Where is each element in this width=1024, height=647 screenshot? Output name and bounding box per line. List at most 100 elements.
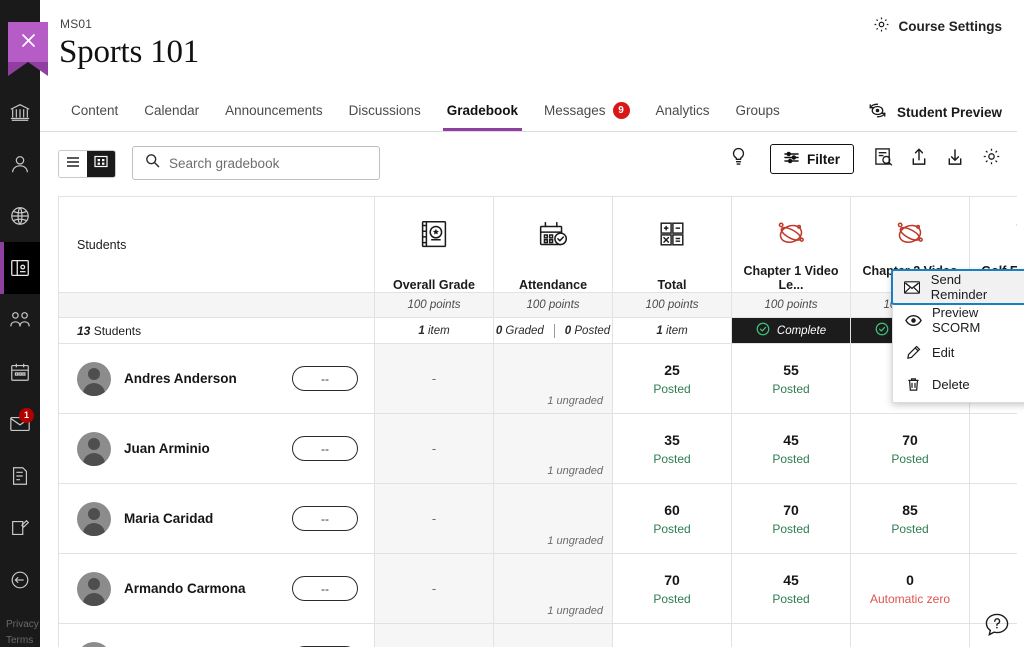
column-header-total[interactable]: Total [613, 197, 732, 293]
grade-status: Posted [653, 522, 690, 536]
rail-footer-links: Privacy Terms [6, 617, 46, 647]
tab-announcements[interactable]: Announcements [212, 90, 336, 131]
tab-discussions[interactable]: Discussions [336, 90, 434, 131]
grade-cell-chapter1[interactable]: 25 Posted [613, 344, 732, 414]
filter-button[interactable]: Filter [770, 144, 854, 174]
gradebook-grid[interactable]: Students Overall Grade [58, 196, 1024, 647]
close-x-icon [20, 32, 37, 53]
table-row[interactable]: Daniel Castro -- 80 60 [59, 624, 1024, 647]
tab-gradebook[interactable]: Gradebook [434, 90, 531, 131]
grade-cell-golf-explained[interactable]: 70 Posted [851, 414, 970, 484]
menu-item-preview-scorm[interactable]: Preview SCORM [893, 304, 1024, 336]
menu-item-delete[interactable]: Delete [893, 368, 1024, 400]
tab-gradebook-label: Gradebook [447, 103, 518, 118]
tab-analytics[interactable]: Analytics [643, 90, 723, 131]
rail-item-messages[interactable]: 1 [0, 398, 40, 450]
list-view-button[interactable] [59, 151, 87, 177]
grade-cell-chapter2[interactable]: 45 Posted [732, 414, 851, 484]
rail-item-calendar[interactable] [0, 346, 40, 398]
course-settings-button[interactable]: Course Settings [873, 16, 1002, 36]
grade-cell-golf-next[interactable]: / [970, 484, 1024, 554]
overall-grade-pill[interactable]: -- [292, 506, 358, 531]
table-row[interactable]: Andres Anderson -- - 1 ungraded 25 Poste… [59, 344, 1024, 414]
student-cell[interactable]: Andres Anderson -- [59, 344, 375, 414]
attendance-cell[interactable]: - [375, 554, 494, 624]
overall-grade-pill[interactable]: -- [292, 576, 358, 601]
table-row[interactable]: Maria Caridad -- - 1 ungraded 60 Posted [59, 484, 1024, 554]
student-cell[interactable]: Maria Caridad -- [59, 484, 375, 554]
left-nav-rail: 1 [0, 0, 40, 647]
grade-status: Posted [653, 382, 690, 396]
rail-item-globe[interactable] [0, 190, 40, 242]
upload-button[interactable] [904, 144, 934, 174]
tab-content[interactable]: Content [58, 90, 131, 131]
summary-overall: 1 item [375, 318, 494, 344]
tab-calendar[interactable]: Calendar [131, 90, 212, 131]
ungraded-note: 1 ungraded [547, 395, 603, 407]
privacy-link[interactable]: Privacy [6, 617, 46, 633]
table-row[interactable]: Juan Arminio -- - 1 ungraded 35 Posted [59, 414, 1024, 484]
grade-cell-golf-explained[interactable]: 0 Automatic zero [851, 554, 970, 624]
rail-item-tools[interactable] [0, 502, 40, 554]
column-header-chapter1[interactable]: Chapter 1 Video Le... [732, 197, 851, 293]
grade-status: Posted [772, 382, 809, 396]
total-cell[interactable]: 1 ungraded [494, 484, 613, 554]
attendance-cell[interactable]: - [375, 344, 494, 414]
column-header-overall-grade[interactable]: Overall Grade [375, 197, 494, 293]
overall-grade-pill[interactable]: -- [292, 436, 358, 461]
student-preview-button[interactable]: Student Preview [867, 102, 1002, 122]
grid-view-icon [94, 155, 108, 173]
rail-item-institution[interactable] [0, 86, 40, 138]
total-cell[interactable]: 1 ungraded [494, 344, 613, 414]
grid-view-button[interactable] [87, 151, 115, 177]
student-cell[interactable]: Armando Carmona -- [59, 554, 375, 624]
attendance-cell[interactable]: - [375, 484, 494, 554]
total-cell[interactable]: 1 ungraded [494, 554, 613, 624]
grade-status: Posted [772, 522, 809, 536]
summary-divider [554, 324, 555, 338]
help-button[interactable] [983, 614, 1010, 641]
gradebook-overview-button[interactable] [868, 144, 898, 174]
attendance-cell[interactable] [375, 624, 494, 647]
grade-cell-golf-next[interactable]: / [970, 414, 1024, 484]
table-row[interactable]: Armando Carmona -- - 1 ungraded 70 Poste… [59, 554, 1024, 624]
column-header-students[interactable]: Students [59, 197, 375, 293]
grade-cell-chapter1[interactable]: 70 Posted [613, 554, 732, 624]
rail-item-courses[interactable] [0, 242, 40, 294]
grade-cell-golf-explained[interactable]: 0 [851, 624, 970, 647]
menu-item-edit[interactable]: Edit [893, 336, 1024, 368]
grade-cell-chapter2[interactable]: 45 Posted [732, 554, 851, 624]
student-cell[interactable]: Juan Arminio -- [59, 414, 375, 484]
total-cell[interactable]: 1 ungraded [494, 414, 613, 484]
gradebook-settings-button[interactable] [976, 144, 1006, 174]
close-course-button[interactable] [8, 22, 48, 64]
grade-cell-golf-explained[interactable]: 85 Posted [851, 484, 970, 554]
download-button[interactable] [940, 144, 970, 174]
menu-item-send-reminder[interactable]: Send Reminder [892, 270, 1024, 304]
search-gradebook-field[interactable]: Search gradebook [132, 146, 380, 180]
grade-cell-chapter2[interactable]: 60 [732, 624, 851, 647]
student-cell[interactable]: Daniel Castro -- [59, 624, 375, 647]
rail-item-signout[interactable] [0, 554, 40, 606]
overall-grade-pill[interactable]: -- [292, 366, 358, 391]
tips-button[interactable] [724, 144, 754, 174]
grade-cell-chapter1[interactable]: 35 Posted [613, 414, 732, 484]
grade-cell-chapter2[interactable]: 55 Posted [732, 344, 851, 414]
grade-cell-chapter1[interactable]: 80 [613, 624, 732, 647]
grade-cell-chapter2[interactable]: 70 Posted [732, 484, 851, 554]
grade-cell-chapter1[interactable]: 60 Posted [613, 484, 732, 554]
rail-item-groups[interactable] [0, 294, 40, 346]
total-cell[interactable] [494, 624, 613, 647]
summary-overall-label: item [428, 325, 450, 337]
rail-item-grades[interactable] [0, 450, 40, 502]
search-input[interactable]: Search gradebook [169, 156, 279, 171]
attendance-cell[interactable]: - [375, 414, 494, 484]
column-header-attendance[interactable]: Attendance [494, 197, 613, 293]
tab-groups[interactable]: Groups [723, 90, 793, 131]
rail-item-profile[interactable] [0, 138, 40, 190]
toolbar-actions: Filter [724, 144, 1006, 174]
grade-score: 55 [783, 362, 799, 378]
course-settings-label: Course Settings [898, 19, 1002, 34]
tab-messages[interactable]: Messages 9 [531, 90, 643, 131]
terms-link[interactable]: Terms [6, 633, 46, 647]
